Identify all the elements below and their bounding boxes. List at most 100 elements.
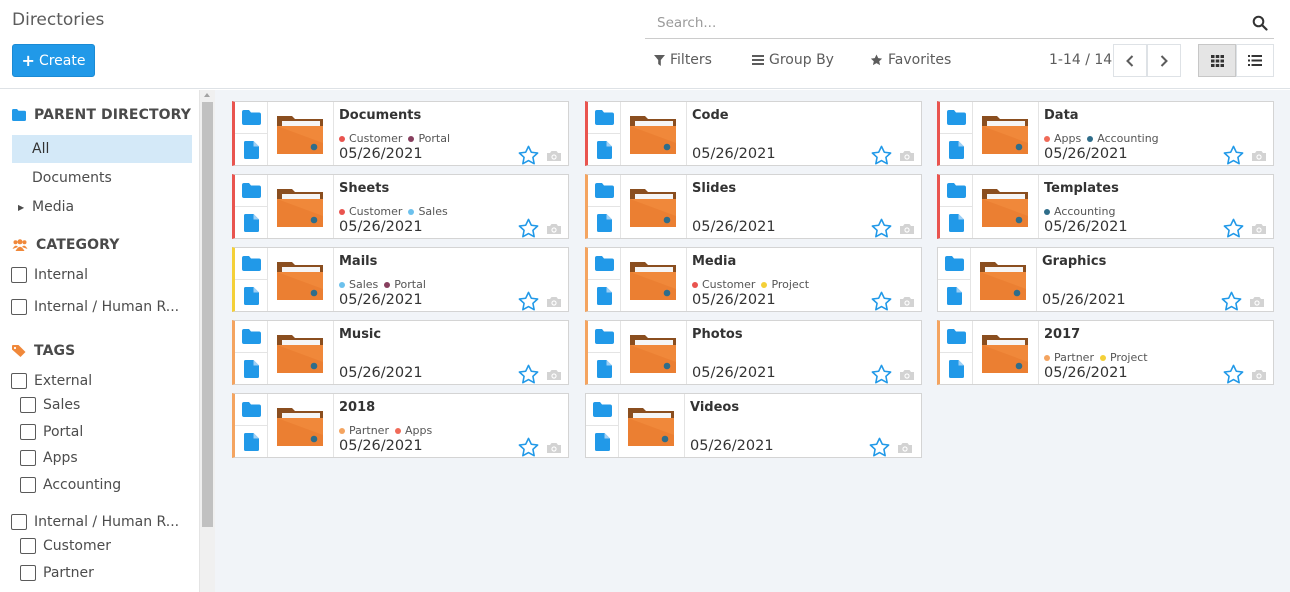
kanban-view-button[interactable] bbox=[1198, 44, 1236, 77]
camera-icon[interactable] bbox=[546, 223, 562, 239]
document-icon[interactable] bbox=[597, 214, 612, 236]
directory-item-all[interactable]: All bbox=[12, 135, 192, 163]
document-icon[interactable] bbox=[244, 433, 259, 455]
folder-icon[interactable] bbox=[947, 183, 966, 202]
category-internal[interactable]: Internal bbox=[11, 267, 88, 283]
camera-icon[interactable] bbox=[546, 150, 562, 166]
favorite-star-icon[interactable] bbox=[871, 218, 892, 242]
document-icon[interactable] bbox=[244, 360, 259, 382]
tag-portal[interactable]: Portal bbox=[20, 424, 83, 440]
document-icon[interactable] bbox=[949, 360, 964, 382]
document-icon[interactable] bbox=[244, 141, 259, 163]
camera-icon[interactable] bbox=[1251, 223, 1267, 239]
scrollbar-thumb[interactable] bbox=[202, 102, 213, 527]
camera-icon[interactable] bbox=[897, 442, 913, 458]
checkbox[interactable] bbox=[20, 565, 36, 581]
tag-accounting[interactable]: Accounting bbox=[20, 477, 121, 493]
directory-card[interactable]: Mails Sales Portal 05/26/2021 bbox=[232, 247, 569, 312]
directory-card[interactable]: Data Apps Accounting 05/26/2021 bbox=[937, 101, 1274, 166]
folder-icon[interactable] bbox=[593, 402, 612, 421]
create-button[interactable]: + Create bbox=[12, 44, 95, 77]
favorite-star-icon[interactable] bbox=[871, 364, 892, 388]
directory-card[interactable]: Code 05/26/2021 bbox=[585, 101, 922, 166]
document-icon[interactable] bbox=[595, 433, 610, 455]
camera-icon[interactable] bbox=[546, 442, 562, 458]
folder-icon[interactable] bbox=[947, 110, 966, 129]
favorite-star-icon[interactable] bbox=[1223, 364, 1244, 388]
folder-icon[interactable] bbox=[242, 402, 261, 421]
checkbox[interactable] bbox=[20, 397, 36, 413]
camera-icon[interactable] bbox=[899, 223, 915, 239]
category-internal-human-r[interactable]: Internal / Human R... bbox=[11, 299, 179, 315]
pager-next-button[interactable] bbox=[1147, 44, 1181, 77]
directory-card[interactable]: Photos 05/26/2021 bbox=[585, 320, 922, 385]
document-icon[interactable] bbox=[949, 141, 964, 163]
camera-icon[interactable] bbox=[1249, 296, 1265, 312]
directory-item-documents[interactable]: Documents bbox=[12, 164, 192, 192]
camera-icon[interactable] bbox=[899, 369, 915, 385]
directory-card[interactable]: Media Customer Project 05/26/2021 bbox=[585, 247, 922, 312]
checkbox[interactable] bbox=[11, 373, 27, 389]
favorite-star-icon[interactable] bbox=[518, 364, 539, 388]
directory-card[interactable]: Slides 05/26/2021 bbox=[585, 174, 922, 239]
search-icon[interactable] bbox=[1252, 15, 1268, 31]
folder-icon[interactable] bbox=[945, 256, 964, 275]
checkbox[interactable] bbox=[11, 299, 27, 315]
folder-icon[interactable] bbox=[595, 256, 614, 275]
directory-card[interactable]: 2018 Partner Apps 05/26/2021 bbox=[232, 393, 569, 458]
search-input[interactable] bbox=[645, 10, 1235, 36]
checkbox[interactable] bbox=[20, 424, 36, 440]
directory-card[interactable]: Documents Customer Portal 05/26/2021 bbox=[232, 101, 569, 166]
tag-partner[interactable]: Partner bbox=[20, 565, 94, 581]
folder-icon[interactable] bbox=[242, 110, 261, 129]
camera-icon[interactable] bbox=[1251, 369, 1267, 385]
folder-icon[interactable] bbox=[595, 329, 614, 348]
list-view-button[interactable] bbox=[1236, 44, 1274, 77]
favorite-star-icon[interactable] bbox=[869, 437, 890, 461]
camera-icon[interactable] bbox=[899, 150, 915, 166]
favorite-star-icon[interactable] bbox=[518, 218, 539, 242]
folder-icon[interactable] bbox=[242, 329, 261, 348]
checkbox[interactable] bbox=[20, 477, 36, 493]
tag-group-external[interactable]: External bbox=[11, 373, 92, 389]
document-icon[interactable] bbox=[947, 287, 962, 309]
camera-icon[interactable] bbox=[899, 296, 915, 312]
folder-icon[interactable] bbox=[595, 183, 614, 202]
camera-icon[interactable] bbox=[1251, 150, 1267, 166]
tag-sales[interactable]: Sales bbox=[20, 397, 80, 413]
favorite-star-icon[interactable] bbox=[518, 291, 539, 315]
favorite-star-icon[interactable] bbox=[518, 437, 539, 461]
directory-card[interactable]: Videos 05/26/2021 bbox=[585, 393, 922, 458]
document-icon[interactable] bbox=[597, 141, 612, 163]
document-icon[interactable] bbox=[597, 287, 612, 309]
sidebar-scrollbar[interactable] bbox=[200, 90, 215, 592]
caret-right-icon[interactable]: ▶ bbox=[18, 203, 24, 212]
folder-icon[interactable] bbox=[947, 329, 966, 348]
directory-card[interactable]: Sheets Customer Sales 05/26/2021 bbox=[232, 174, 569, 239]
directory-item-media[interactable]: ▶ Media bbox=[12, 193, 192, 221]
favorites-button[interactable]: Favorites bbox=[870, 52, 951, 68]
scroll-up-arrow[interactable] bbox=[204, 93, 210, 97]
camera-icon[interactable] bbox=[546, 296, 562, 312]
tag-group-internal-human-r[interactable]: Internal / Human R... bbox=[11, 514, 179, 530]
document-icon[interactable] bbox=[244, 287, 259, 309]
favorite-star-icon[interactable] bbox=[871, 291, 892, 315]
directory-card[interactable]: Music 05/26/2021 bbox=[232, 320, 569, 385]
document-icon[interactable] bbox=[949, 214, 964, 236]
checkbox[interactable] bbox=[20, 450, 36, 466]
pager-previous-button[interactable] bbox=[1113, 44, 1147, 77]
folder-icon[interactable] bbox=[595, 110, 614, 129]
folder-icon[interactable] bbox=[242, 183, 261, 202]
tag-apps[interactable]: Apps bbox=[20, 450, 78, 466]
camera-icon[interactable] bbox=[546, 369, 562, 385]
favorite-star-icon[interactable] bbox=[1221, 291, 1242, 315]
pager-value[interactable]: 1-14 / 14 bbox=[1049, 52, 1112, 68]
favorite-star-icon[interactable] bbox=[1223, 218, 1244, 242]
checkbox[interactable] bbox=[11, 267, 27, 283]
directory-card[interactable]: Graphics 05/26/2021 bbox=[937, 247, 1274, 312]
group-by-button[interactable]: Group By bbox=[752, 52, 834, 68]
directory-card[interactable]: Templates Accounting 05/26/2021 bbox=[937, 174, 1274, 239]
checkbox[interactable] bbox=[11, 514, 27, 530]
tag-customer[interactable]: Customer bbox=[20, 538, 111, 554]
document-icon[interactable] bbox=[597, 360, 612, 382]
